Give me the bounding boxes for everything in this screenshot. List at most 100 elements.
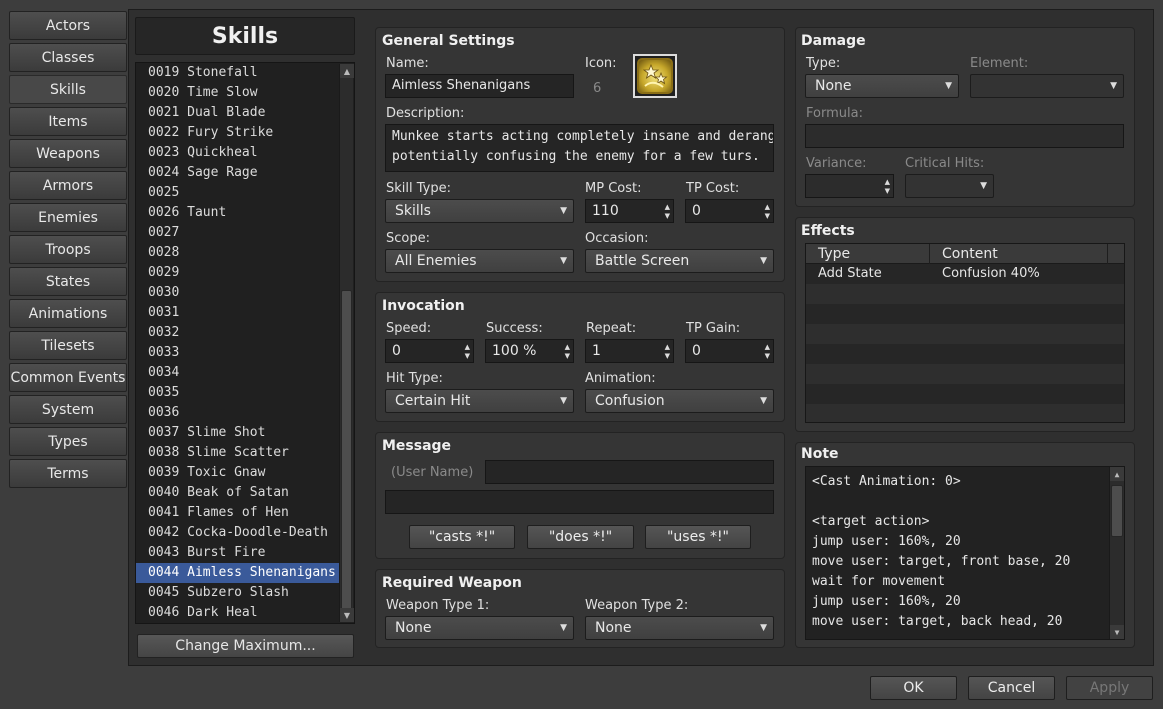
tp-gain-spinner[interactable]: 0 ▲ ▼ [685, 339, 774, 363]
spin-down-icon[interactable]: ▼ [885, 187, 890, 195]
list-item[interactable]: 0036 [136, 403, 339, 423]
formula-field[interactable] [805, 124, 1124, 148]
list-item[interactable]: 0020 Time Slow [136, 83, 339, 103]
spin-down-icon[interactable]: ▼ [465, 352, 470, 360]
list-item[interactable]: 0023 Quickheal [136, 143, 339, 163]
list-item[interactable]: 0045 Subzero Slash [136, 583, 339, 603]
spin-down-icon[interactable]: ▼ [665, 212, 670, 220]
note-scrollbar[interactable]: ▲ ▼ [1109, 467, 1124, 639]
category-tab-states[interactable]: States [9, 267, 127, 296]
uses-button[interactable]: "uses *!" [645, 525, 751, 549]
ok-button[interactable]: OK [870, 676, 957, 700]
description-field[interactable]: Munkee starts acting completely insane a… [385, 124, 774, 172]
weapon-type-2-dropdown[interactable]: None ▼ [585, 616, 774, 640]
repeat-spinner[interactable]: 1 ▲ ▼ [585, 339, 674, 363]
element-dropdown[interactable]: ▼ [970, 74, 1124, 98]
effects-table[interactable]: Type Content Add State Confusion 40% [805, 243, 1125, 423]
spin-up-icon[interactable]: ▲ [565, 343, 570, 351]
scroll-thumb[interactable] [1111, 485, 1123, 537]
change-maximum-button[interactable]: Change Maximum... [137, 634, 354, 658]
spin-down-icon[interactable]: ▼ [665, 352, 670, 360]
list-item[interactable]: 0038 Slime Scatter [136, 443, 339, 463]
table-row[interactable]: Add State Confusion 40% [806, 264, 1124, 284]
spin-up-icon[interactable]: ▲ [765, 203, 770, 211]
spin-up-icon[interactable]: ▲ [665, 343, 670, 351]
category-tab-system[interactable]: System [9, 395, 127, 424]
speed-spinner[interactable]: 0 ▲ ▼ [385, 339, 474, 363]
category-tab-types[interactable]: Types [9, 427, 127, 456]
scroll-up-icon[interactable]: ▲ [340, 64, 354, 78]
list-item[interactable]: 0029 [136, 263, 339, 283]
category-tab-animations[interactable]: Animations [9, 299, 127, 328]
message-line-2[interactable] [385, 490, 774, 514]
spin-down-icon[interactable]: ▼ [765, 352, 770, 360]
list-item[interactable]: 0039 Toxic Gnaw [136, 463, 339, 483]
scope-dropdown[interactable]: All Enemies ▼ [385, 249, 574, 273]
spin-up-icon[interactable]: ▲ [665, 203, 670, 211]
name-field[interactable]: Aimless Shenanigans [385, 74, 574, 98]
list-item[interactable]: 0025 [136, 183, 339, 203]
category-tab-common-events[interactable]: Common Events [9, 363, 127, 392]
category-tab-skills[interactable]: Skills [9, 75, 127, 104]
list-item[interactable]: 0040 Beak of Satan [136, 483, 339, 503]
spin-down-icon[interactable]: ▼ [565, 352, 570, 360]
hit-type-dropdown[interactable]: Certain Hit ▼ [385, 389, 574, 413]
does-button[interactable]: "does *!" [527, 525, 634, 549]
list-scrollbar[interactable]: ▲ ▼ [339, 64, 354, 622]
list-item[interactable]: 0044 Aimless Shenanigans [136, 563, 339, 583]
list-item[interactable]: 0028 [136, 243, 339, 263]
scroll-thumb[interactable] [341, 290, 352, 610]
category-tab-items[interactable]: Items [9, 107, 127, 136]
occasion-dropdown[interactable]: Battle Screen ▼ [585, 249, 774, 273]
damage-type-dropdown[interactable]: None ▼ [805, 74, 959, 98]
casts-button[interactable]: "casts *!" [409, 525, 515, 549]
category-tab-actors[interactable]: Actors [9, 11, 127, 40]
spin-up-icon[interactable]: ▲ [885, 178, 890, 186]
list-item[interactable]: 0046 Dark Heal [136, 603, 339, 623]
list-item[interactable]: 0043 Burst Fire [136, 543, 339, 563]
list-item[interactable]: 0030 [136, 283, 339, 303]
table-row[interactable] [806, 364, 1124, 384]
message-line-1[interactable] [485, 460, 774, 484]
mp-cost-spinner[interactable]: 110 ▲ ▼ [585, 199, 674, 223]
table-row[interactable] [806, 324, 1124, 344]
scroll-down-icon[interactable]: ▼ [340, 608, 354, 622]
spin-down-icon[interactable]: ▼ [765, 212, 770, 220]
table-row[interactable] [806, 304, 1124, 324]
table-row[interactable] [806, 384, 1124, 404]
spin-up-icon[interactable]: ▲ [465, 343, 470, 351]
list-item[interactable]: 0024 Sage Rage [136, 163, 339, 183]
confusion-stars-icon[interactable] [633, 54, 677, 98]
critical-hits-dropdown[interactable]: ▼ [905, 174, 994, 198]
col-content-header[interactable]: Content [942, 244, 998, 264]
skill-type-dropdown[interactable]: Skills ▼ [385, 199, 574, 223]
list-item[interactable]: 0041 Flames of Hen [136, 503, 339, 523]
note-textarea[interactable]: <Cast Animation: 0> <target action> jump u… [805, 466, 1125, 640]
list-item[interactable]: 0031 [136, 303, 339, 323]
success-spinner[interactable]: 100 % ▲ ▼ [485, 339, 574, 363]
category-tab-classes[interactable]: Classes [9, 43, 127, 72]
category-tab-weapons[interactable]: Weapons [9, 139, 127, 168]
category-tab-tilesets[interactable]: Tilesets [9, 331, 127, 360]
weapon-type-1-dropdown[interactable]: None ▼ [385, 616, 574, 640]
list-item[interactable]: 0022 Fury Strike [136, 123, 339, 143]
animation-dropdown[interactable]: Confusion ▼ [585, 389, 774, 413]
skill-list[interactable]: 0019 Stonefall 0020 Time Slow 0021 Dual Bl… [135, 62, 355, 624]
list-item[interactable]: 0033 [136, 343, 339, 363]
scroll-down-icon[interactable]: ▼ [1110, 625, 1124, 639]
list-item[interactable]: 0032 [136, 323, 339, 343]
list-item[interactable]: 0042 Cocka-Doodle-Death [136, 523, 339, 543]
cancel-button[interactable]: Cancel [968, 676, 1055, 700]
table-row[interactable] [806, 404, 1124, 422]
list-item[interactable]: 0034 [136, 363, 339, 383]
spin-up-icon[interactable]: ▲ [765, 343, 770, 351]
scroll-up-icon[interactable]: ▲ [1110, 467, 1124, 481]
list-item[interactable]: 0027 [136, 223, 339, 243]
col-type-header[interactable]: Type [818, 244, 850, 264]
table-row[interactable] [806, 284, 1124, 304]
category-tab-terms[interactable]: Terms [9, 459, 127, 488]
list-item[interactable]: 0021 Dual Blade [136, 103, 339, 123]
table-row[interactable] [806, 344, 1124, 364]
apply-button[interactable]: Apply [1066, 676, 1153, 700]
list-item[interactable]: 0019 Stonefall [136, 63, 339, 83]
